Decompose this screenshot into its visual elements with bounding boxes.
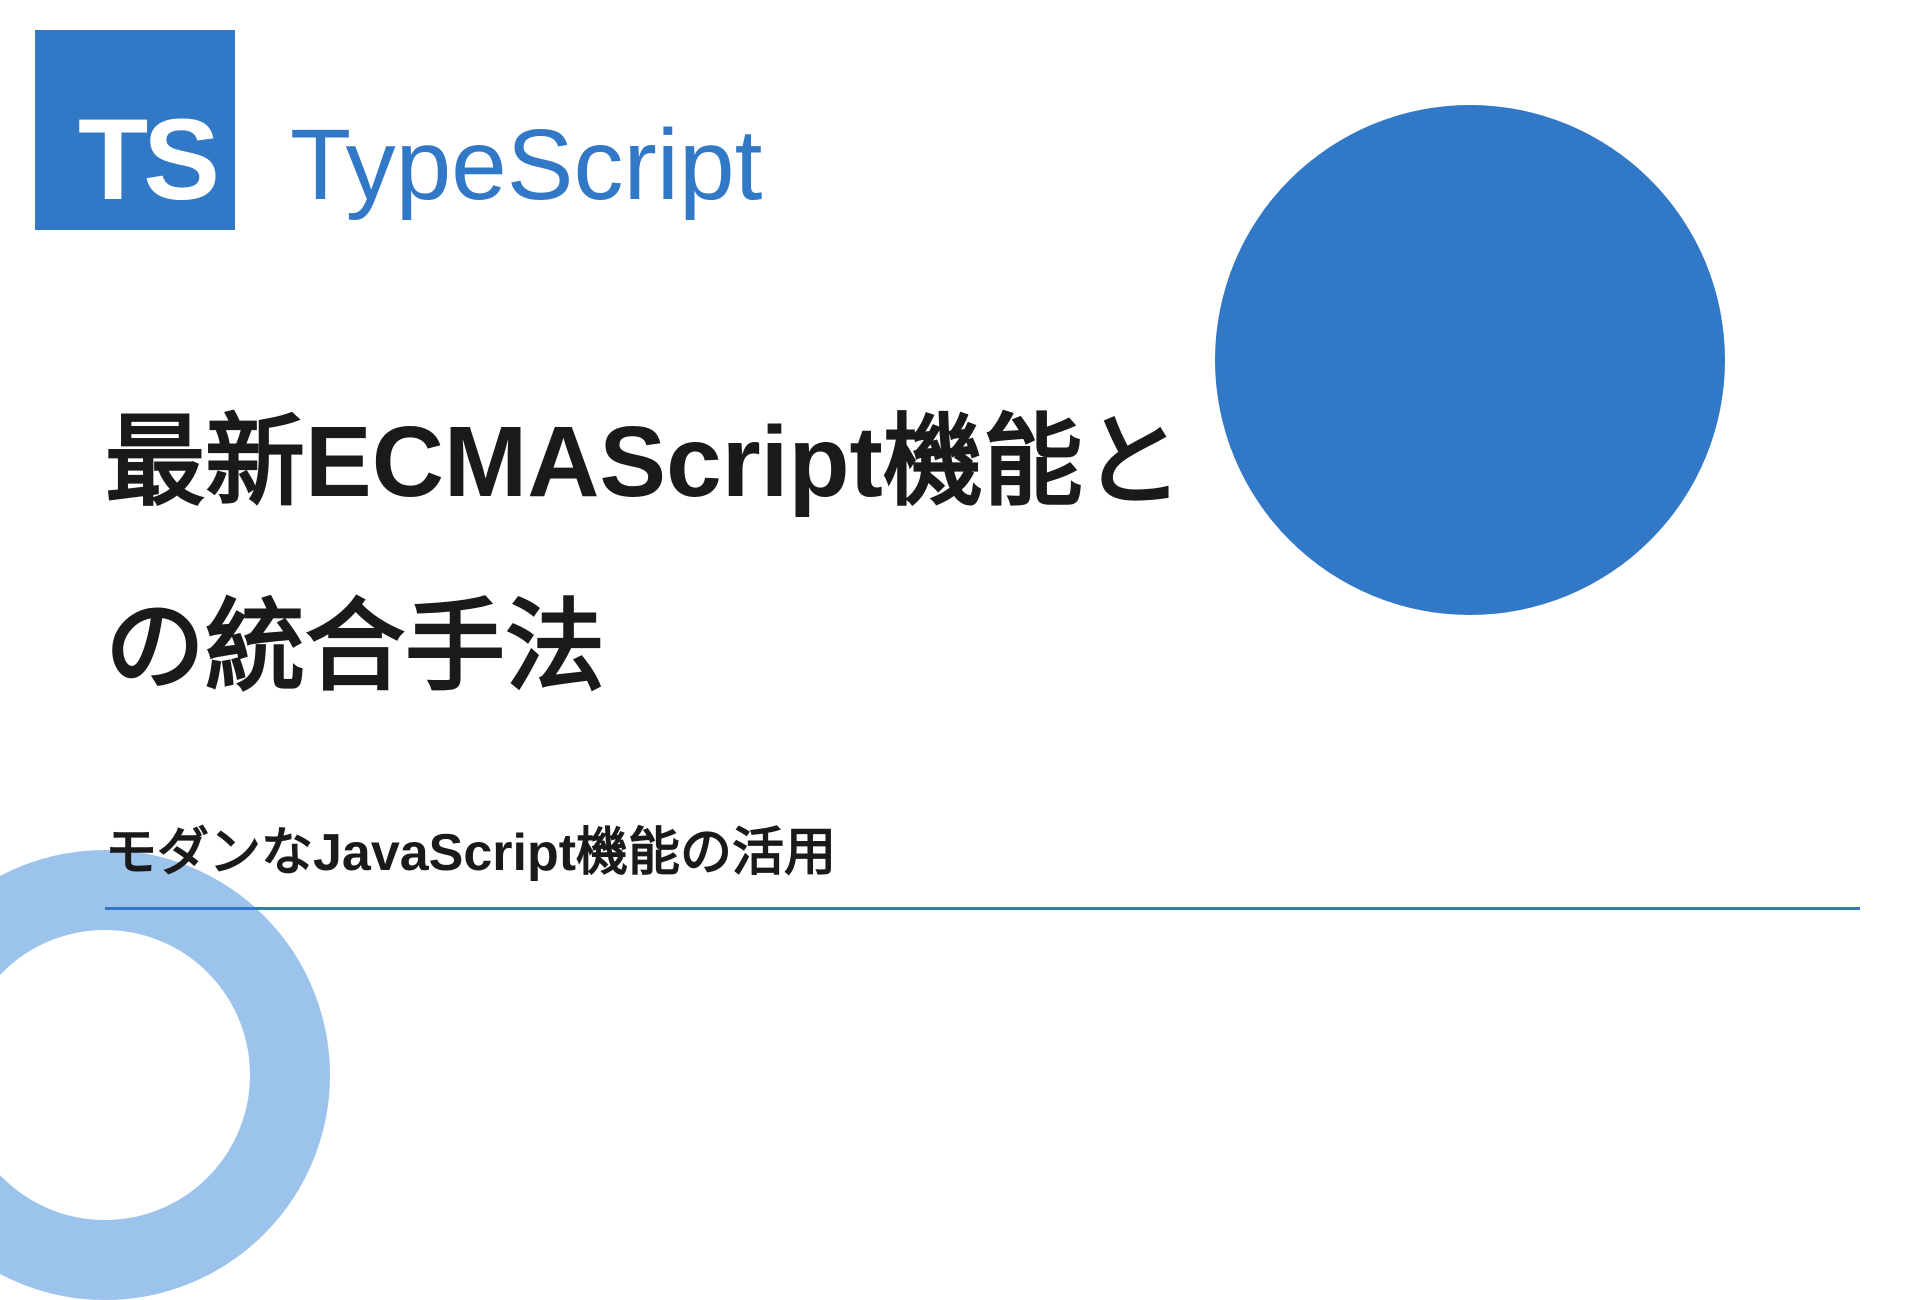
decorative-circle-large: [1215, 105, 1725, 615]
logo-badge-text: TS: [78, 103, 215, 218]
page-title: 最新ECMAScript機能との統合手法: [105, 370, 1205, 740]
decorative-ring-bottom: [0, 850, 330, 1300]
subtitle-underline: [105, 907, 1860, 910]
subtitle-area: モダンなJavaScript機能の活用: [105, 810, 1860, 910]
brand-name: TypeScript: [290, 108, 762, 223]
logo-area: TS TypeScript: [35, 30, 762, 230]
typescript-logo-icon: TS: [35, 30, 235, 230]
subtitle-text: モダンなJavaScript機能の活用: [105, 810, 1860, 907]
